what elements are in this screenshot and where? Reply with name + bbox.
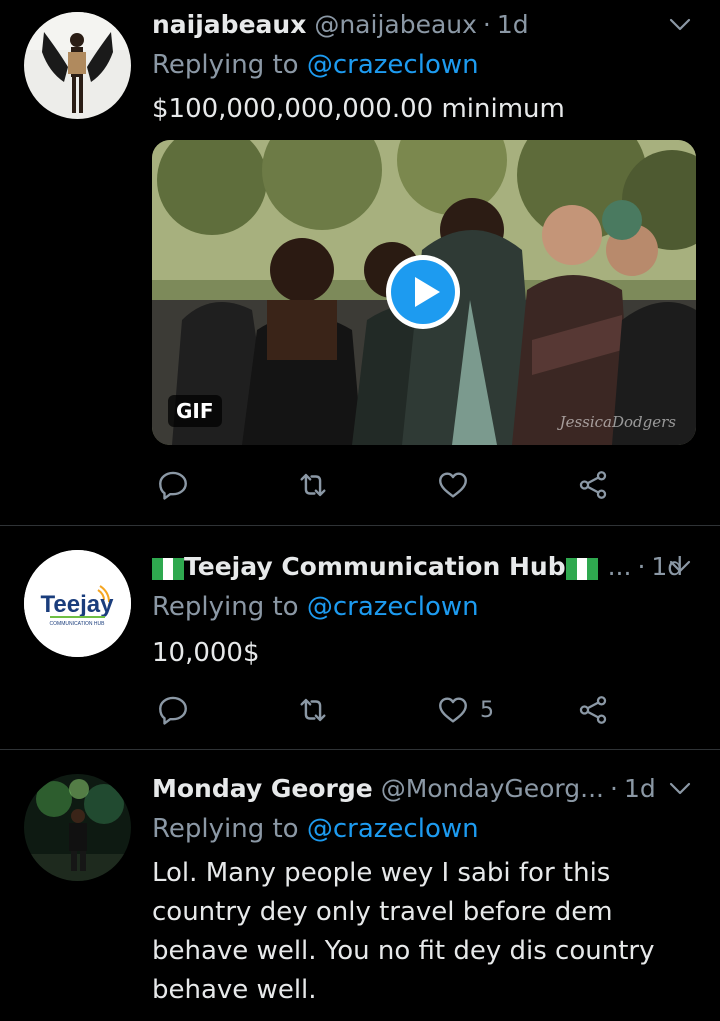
share-icon [579, 696, 607, 724]
display-name[interactable]: Monday George [152, 774, 373, 803]
replying-prefix: Replying to [152, 50, 299, 80]
gif-badge: GIF [168, 395, 222, 427]
replying-to: Replying to @crazeclown [152, 50, 479, 80]
action-bar: 5 [152, 690, 622, 730]
chevron-down-icon[interactable] [668, 554, 692, 578]
like-icon [439, 472, 467, 498]
reply-button[interactable] [156, 690, 190, 730]
chevron-down-icon[interactable] [668, 12, 692, 36]
tweet-header: Monday George @MondayGeorg... · 1d [152, 768, 700, 808]
tweet-header: naijabeaux @naijabeaux · 1d [152, 4, 700, 44]
display-name-text: Teejay Communication Hub [184, 551, 566, 581]
display-name[interactable]: naijabeaux [152, 10, 306, 39]
avatar[interactable] [24, 12, 131, 119]
separator-dot: · [637, 551, 646, 581]
timestamp[interactable]: 1d [624, 774, 656, 803]
retweet-icon [300, 698, 326, 722]
nigeria-flag-icon [565, 557, 598, 580]
share-icon [579, 471, 607, 499]
reply-icon [159, 471, 187, 500]
play-icon[interactable] [384, 253, 462, 331]
action-bar [152, 465, 622, 505]
retweet-button[interactable] [296, 690, 330, 730]
gif-media[interactable]: GIF JessicaDodgers [152, 140, 696, 445]
like-button[interactable]: 5 [436, 690, 494, 730]
replying-to: Replying to @crazeclown [152, 814, 479, 844]
replying-prefix: Replying to [152, 814, 299, 844]
reply-button[interactable] [156, 465, 190, 505]
separator-dot: · [609, 773, 618, 803]
like-icon [439, 697, 467, 723]
logo-text: Teejay [41, 591, 115, 618]
tweet-text: 10,000$ [152, 638, 260, 668]
avatar[interactable]: Teejay COMMUNICATION HUB [24, 550, 131, 657]
logo-subtext: COMMUNICATION HUB [50, 621, 106, 627]
separator-dot: · [482, 9, 491, 39]
retweet-button[interactable] [296, 465, 330, 505]
mention-link[interactable]: @crazeclown [307, 50, 479, 80]
mention-link[interactable]: @crazeclown [307, 592, 479, 622]
replying-to: Replying to @crazeclown [152, 592, 479, 622]
reply-icon [159, 696, 187, 725]
avatar[interactable] [24, 774, 131, 881]
tweet-3[interactable]: Monday George @MondayGeorg... · 1d Reply… [0, 750, 720, 1021]
retweet-icon [300, 473, 326, 497]
replying-prefix: Replying to [152, 592, 299, 622]
share-button[interactable] [576, 690, 610, 730]
tweet-text: Lol. Many people wey I sabi for this cou… [152, 858, 655, 1005]
like-button[interactable] [436, 465, 470, 505]
like-count: 5 [480, 697, 494, 723]
mention-link[interactable]: @crazeclown [307, 814, 479, 844]
tweet-text: $100,000,000,000.00 minimum [152, 94, 565, 124]
nigeria-flag-icon [152, 557, 184, 580]
chevron-down-icon[interactable] [668, 776, 692, 800]
gif-watermark: JessicaDodgers [559, 413, 676, 431]
tweet-header: Teejay Communication Hub ... · 1d [152, 546, 700, 586]
truncated-handle: ... [607, 551, 632, 581]
tweet-1[interactable]: naijabeaux @naijabeaux · 1d Replying to … [0, 0, 720, 526]
timestamp[interactable]: 1d [497, 10, 529, 39]
share-button[interactable] [576, 465, 610, 505]
tweet-2[interactable]: Teejay COMMUNICATION HUB Teejay Communic… [0, 526, 720, 750]
user-handle[interactable]: @MondayGeorg... [381, 774, 604, 803]
display-name[interactable]: Teejay Communication Hub [152, 552, 598, 581]
user-handle[interactable]: @naijabeaux [314, 10, 477, 39]
